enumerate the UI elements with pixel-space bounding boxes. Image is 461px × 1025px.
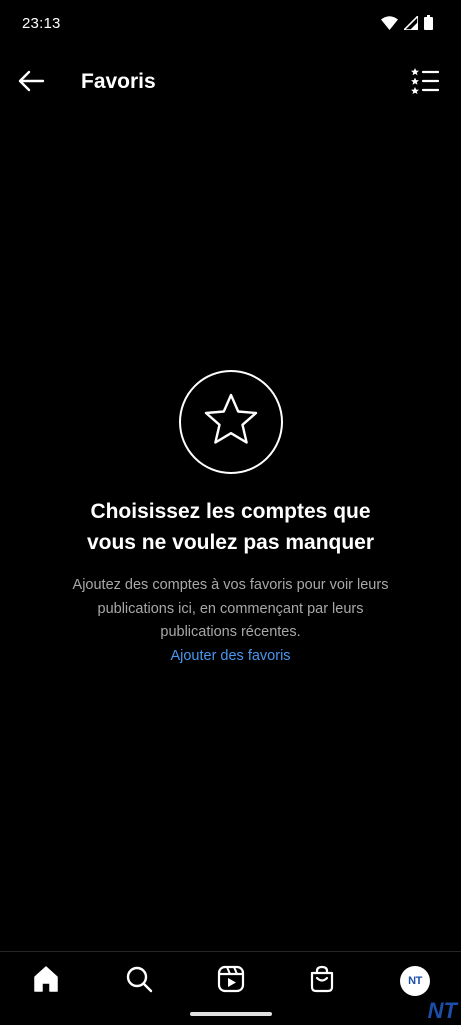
header: Favoris bbox=[0, 60, 461, 104]
shop-icon bbox=[308, 965, 336, 998]
status-icons bbox=[381, 15, 433, 30]
search-icon bbox=[125, 965, 153, 998]
arrow-left-icon bbox=[17, 70, 45, 97]
empty-state-heading: Choisissez les comptes que vous ne voule… bbox=[86, 500, 375, 554]
home-icon bbox=[32, 965, 60, 998]
wifi-icon bbox=[381, 15, 398, 30]
watermark-logo: NT bbox=[427, 998, 457, 1023]
reels-icon bbox=[217, 965, 245, 998]
star-icon bbox=[202, 392, 260, 453]
starred-list-icon bbox=[411, 67, 440, 99]
add-favorites-link[interactable]: Ajouter des favoris bbox=[170, 645, 290, 669]
battery-icon bbox=[424, 15, 433, 30]
status-time: 23:13 bbox=[22, 15, 61, 32]
empty-state: Choisissez les comptes que vous ne voule… bbox=[0, 370, 461, 668]
back-button[interactable] bbox=[16, 68, 46, 98]
nav-reels[interactable] bbox=[213, 963, 249, 999]
page-title: Favoris bbox=[81, 70, 156, 93]
favorites-list-button[interactable] bbox=[409, 67, 441, 99]
status-bar: 23:13 bbox=[0, 0, 461, 50]
nav-shop[interactable] bbox=[304, 963, 340, 999]
nav-search[interactable] bbox=[121, 963, 157, 999]
avatar-initials: NT bbox=[408, 975, 422, 987]
nav-profile[interactable]: NT bbox=[397, 963, 433, 999]
nav-home[interactable] bbox=[28, 963, 64, 999]
signal-icon bbox=[404, 15, 418, 30]
avatar: NT bbox=[400, 966, 430, 996]
star-circle bbox=[178, 370, 283, 474]
empty-state-description: Ajoutez des comptes à vos favoris pour v… bbox=[72, 577, 389, 640]
home-indicator bbox=[190, 1012, 272, 1016]
